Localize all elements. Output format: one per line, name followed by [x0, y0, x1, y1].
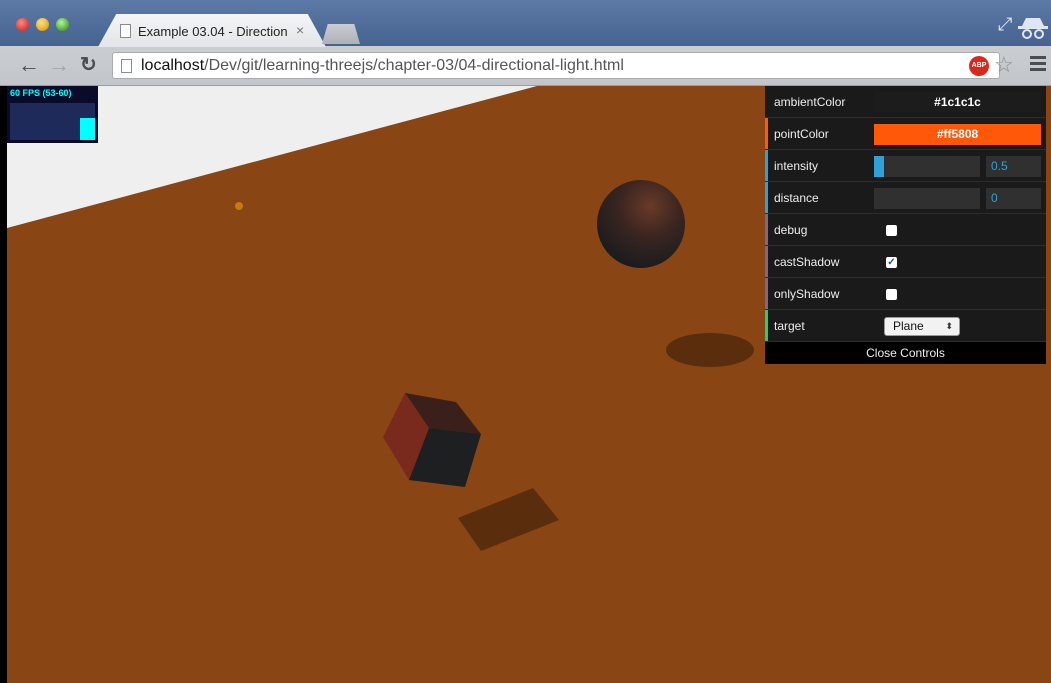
control-label: pointColor: [774, 127, 829, 141]
star-icon[interactable]: ☆: [994, 52, 1014, 78]
fps-graph-bar: [80, 118, 95, 140]
adblock-icon[interactable]: ABP: [969, 56, 989, 76]
control-row-ambientColor: ambientColor #1c1c1c: [765, 86, 1046, 118]
control-label: ambientColor: [774, 95, 846, 109]
maximize-window-icon[interactable]: [56, 18, 69, 31]
webgl-canvas[interactable]: 60 FPS (53-60) ambientColor #1c1c1c pointC…: [7, 86, 1051, 683]
control-row-intensity: intensity 0.5: [765, 150, 1046, 182]
page-icon: [121, 59, 132, 73]
row-accent: [765, 278, 768, 309]
color-picker[interactable]: #1c1c1c: [874, 92, 1041, 113]
tab-active[interactable]: Example 03.04 - Directiona ×: [98, 14, 326, 47]
row-accent: [765, 214, 768, 245]
row-accent: [765, 182, 768, 213]
control-widget: Plane ⬍: [874, 316, 1041, 337]
close-window-icon[interactable]: [16, 18, 29, 31]
checkbox[interactable]: [886, 289, 897, 300]
address-bar[interactable]: localhost/Dev/git/learning-threejs/chapt…: [112, 52, 1000, 79]
control-widget: [874, 220, 1041, 241]
url-host: localhost: [141, 57, 205, 74]
tab-strip: Example 03.04 - Directiona × ⤢: [0, 0, 1051, 47]
minimize-window-icon[interactable]: [36, 18, 49, 31]
fullscreen-icon[interactable]: ⤢: [998, 14, 1012, 35]
url-text[interactable]: localhost/Dev/git/learning-threejs/chapt…: [141, 57, 624, 75]
close-controls-button[interactable]: Close Controls: [765, 342, 1046, 364]
forward-arrow-icon[interactable]: →: [48, 54, 70, 76]
new-tab-button[interactable]: [322, 24, 360, 44]
color-picker[interactable]: #ff5808: [874, 124, 1041, 145]
checkbox[interactable]: [886, 225, 897, 236]
control-row-pointColor: pointColor #ff5808: [765, 118, 1046, 150]
number-input[interactable]: 0.5: [986, 156, 1041, 177]
tab-close-icon[interactable]: ×: [296, 22, 304, 38]
control-row-onlyShadow: onlyShadow: [765, 278, 1046, 310]
row-accent: [765, 86, 768, 117]
sphere: [597, 180, 685, 268]
browser-toolbar: ← → ↻ localhost/Dev/git/learning-threejs…: [0, 46, 1051, 86]
control-row-debug: debug: [765, 214, 1046, 246]
control-label: onlyShadow: [774, 287, 840, 301]
cube-shadow: [458, 488, 559, 551]
control-row-castShadow: castShadow ✓: [765, 246, 1046, 278]
page-icon: [120, 24, 131, 38]
url-path: /Dev/git/learning-threejs/chapter-03/04-…: [204, 57, 624, 74]
controls-panel: ambientColor #1c1c1c pointColor #ff5808 inte…: [765, 86, 1046, 364]
control-widget: [874, 284, 1041, 305]
control-label: castShadow: [774, 255, 840, 269]
select-arrows-icon: ⬍: [945, 321, 953, 331]
control-widget: 0.5: [874, 156, 1041, 177]
light-source-dot: [235, 202, 243, 210]
row-accent: [765, 150, 768, 181]
fps-text: 60 FPS (53-60): [10, 88, 72, 98]
row-accent: [765, 118, 768, 149]
row-accent: [765, 246, 768, 277]
controls-rows: ambientColor #1c1c1c pointColor #ff5808 inte…: [765, 86, 1046, 342]
slider-fill: [874, 156, 884, 177]
fps-graph: [10, 103, 95, 140]
select-value: Plane: [893, 319, 924, 333]
control-row-distance: distance 0: [765, 182, 1046, 214]
browser-chrome: Example 03.04 - Directiona × ⤢ ← → ↻ loc…: [0, 0, 1051, 86]
control-label: intensity: [774, 159, 819, 173]
control-label: debug: [774, 223, 808, 237]
back-arrow-icon[interactable]: ←: [18, 54, 40, 76]
fps-stats[interactable]: 60 FPS (53-60): [7, 86, 98, 143]
control-label: distance: [774, 191, 819, 205]
control-widget: #1c1c1c: [874, 92, 1041, 113]
control-row-target: target Plane ⬍: [765, 310, 1046, 342]
row-accent: [765, 310, 768, 341]
control-widget: ✓: [874, 252, 1041, 273]
control-label: target: [774, 319, 805, 333]
target-select[interactable]: Plane ⬍: [884, 317, 960, 336]
control-widget: 0: [874, 188, 1041, 209]
number-input[interactable]: 0: [986, 188, 1041, 209]
sphere-shadow: [666, 333, 754, 367]
checkbox[interactable]: ✓: [886, 257, 897, 268]
reload-icon[interactable]: ↻: [80, 54, 97, 76]
menu-icon[interactable]: [1030, 56, 1046, 74]
tab-title: Example 03.04 - Directiona: [138, 24, 288, 39]
control-widget: #ff5808: [874, 124, 1041, 145]
slider[interactable]: [874, 156, 980, 177]
slider[interactable]: [874, 188, 980, 209]
incognito-icon: [1018, 18, 1048, 39]
